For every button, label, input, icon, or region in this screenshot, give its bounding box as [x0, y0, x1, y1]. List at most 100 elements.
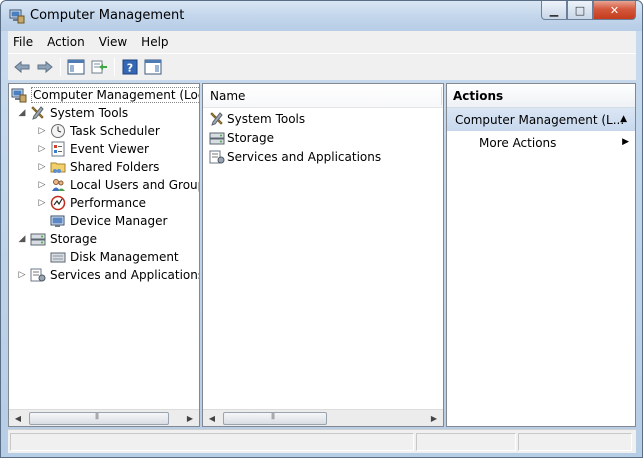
tree-item-computer-management[interactable]: Computer Management (Local [11, 86, 199, 104]
forward-arrow-icon [37, 60, 53, 74]
status-bar [8, 429, 636, 453]
list-horizontal-scrollbar[interactable]: ◀ ||| ▶ [203, 409, 443, 426]
minimize-button[interactable]: ▁ [541, 1, 567, 20]
list-item-label: Services and Applications [227, 150, 382, 164]
minimize-icon: ▁ [549, 3, 559, 17]
list-item-services-applications[interactable]: Services and Applications [209, 148, 381, 166]
main-window: Computer Management ▁ □ ✕ File Action Vi… [0, 0, 643, 458]
tree-label: Task Scheduler [70, 124, 160, 138]
scrollbar-thumb[interactable] [29, 412, 169, 425]
services-icon [209, 149, 225, 165]
users-icon [50, 177, 66, 193]
tree-label: Computer Management (Local [31, 87, 199, 103]
column-separator[interactable] [441, 87, 442, 105]
more-actions-label: More Actions [479, 136, 557, 150]
tools-icon [30, 105, 46, 121]
console-tree-pane[interactable]: Computer Management (Local ◢ System Tool… [8, 83, 200, 427]
tools-icon [209, 111, 225, 127]
scroll-right-icon[interactable]: ▶ [182, 410, 198, 426]
close-icon: ✕ [609, 3, 620, 17]
tree-horizontal-scrollbar[interactable]: ◀ ||| ▶ [9, 409, 199, 426]
expand-arrow-icon[interactable]: ▷ [37, 144, 47, 154]
shared-folder-icon [50, 159, 66, 175]
scroll-left-icon[interactable]: ◀ [204, 410, 220, 426]
expand-arrow-icon[interactable]: ▷ [37, 180, 47, 190]
export-list-button[interactable] [89, 57, 109, 77]
status-section-main [10, 433, 414, 451]
device-manager-icon [50, 213, 66, 229]
menu-bar: File Action View Help [8, 31, 636, 53]
results-pane[interactable]: Name System Tools Storage Services and A… [202, 83, 444, 427]
tree-label: Device Manager [70, 214, 168, 228]
tree-item-shared-folders[interactable]: ▷ Shared Folders [37, 158, 160, 176]
scrollbar-thumb[interactable] [223, 412, 327, 425]
window-title: Computer Management [30, 8, 185, 23]
computer-management-icon [11, 87, 27, 103]
tree-label: Shared Folders [70, 160, 160, 174]
maximize-icon: □ [574, 3, 586, 17]
show-hide-action-pane-icon [144, 59, 162, 75]
actions-pane: Actions Computer Management (L... ▲ More… [446, 83, 636, 427]
svg-text:?: ? [127, 62, 133, 75]
expand-arrow-icon[interactable]: ▷ [37, 126, 47, 136]
column-header-label: Name [210, 88, 246, 103]
scroll-left-icon[interactable]: ◀ [10, 410, 26, 426]
scroll-right-icon[interactable]: ▶ [426, 410, 442, 426]
close-button[interactable]: ✕ [593, 1, 636, 20]
title-bar[interactable]: Computer Management ▁ □ ✕ [1, 1, 642, 31]
forward-button[interactable] [35, 57, 55, 77]
expand-arrow-icon[interactable]: ▷ [37, 162, 47, 172]
menu-action[interactable]: Action [40, 35, 92, 49]
tree-item-device-manager[interactable]: Device Manager [37, 212, 167, 230]
performance-icon [50, 195, 66, 211]
storage-icon [30, 231, 46, 247]
menu-file[interactable]: File [8, 35, 40, 49]
actions-group-computer-management[interactable]: Computer Management (L... ▲ [447, 108, 635, 131]
tree-item-system-tools[interactable]: ◢ System Tools [17, 104, 129, 122]
list-item-label: System Tools [227, 112, 306, 126]
tree-item-local-users-groups[interactable]: ▷ Local Users and Groups [37, 176, 200, 194]
show-hide-console-tree-button[interactable] [66, 57, 86, 77]
event-viewer-icon [50, 141, 66, 157]
tree-item-task-scheduler[interactable]: ▷ Task Scheduler [37, 122, 160, 140]
back-button[interactable] [12, 57, 32, 77]
tree-label: Disk Management [70, 250, 179, 264]
status-section-middle [416, 433, 516, 451]
tree-label: Local Users and Groups [70, 178, 200, 192]
computer-management-icon [9, 8, 25, 24]
show-hide-console-tree-icon [67, 59, 85, 75]
collapse-arrow-icon[interactable]: ◢ [17, 108, 27, 118]
tree-label: Services and Applications [50, 268, 200, 282]
clock-icon [50, 123, 66, 139]
toolbar: ? [8, 53, 636, 80]
tree-item-performance[interactable]: ▷ Performance [37, 194, 146, 212]
more-actions-item[interactable]: More Actions ▶ [479, 134, 629, 152]
tree-item-event-viewer[interactable]: ▷ Event Viewer [37, 140, 149, 158]
collapse-arrow-icon[interactable]: ◢ [17, 234, 27, 244]
maximize-button[interactable]: □ [567, 1, 593, 20]
column-header-name[interactable]: Name [203, 84, 443, 108]
menu-help[interactable]: Help [134, 35, 175, 49]
storage-icon [209, 130, 225, 146]
tree-item-disk-management[interactable]: Disk Management [37, 248, 179, 266]
tree-item-services-applications[interactable]: ▷ Services and Applications [17, 266, 200, 284]
expand-arrow-icon[interactable]: ▷ [37, 198, 47, 208]
tree-item-storage[interactable]: ◢ Storage [17, 230, 97, 248]
collapse-up-icon[interactable]: ▲ [620, 114, 627, 124]
list-item-label: Storage [227, 131, 274, 145]
back-arrow-icon [14, 60, 30, 74]
list-item-storage[interactable]: Storage [209, 129, 274, 147]
actions-header: Actions [447, 84, 635, 108]
help-button[interactable]: ? [120, 57, 140, 77]
menu-view[interactable]: View [92, 35, 134, 49]
list-item-system-tools[interactable]: System Tools [209, 110, 305, 128]
show-hide-action-pane-button[interactable] [143, 57, 163, 77]
scrollbar-grip-icon: ||| [95, 413, 99, 420]
expand-arrow-icon[interactable]: ▷ [17, 270, 27, 280]
actions-group-label: Computer Management (L... [455, 112, 625, 127]
disk-icon [50, 249, 66, 265]
services-icon [30, 267, 46, 283]
export-list-icon [91, 60, 107, 74]
toolbar-separator [60, 58, 61, 76]
scrollbar-grip-icon: ||| [271, 413, 275, 420]
